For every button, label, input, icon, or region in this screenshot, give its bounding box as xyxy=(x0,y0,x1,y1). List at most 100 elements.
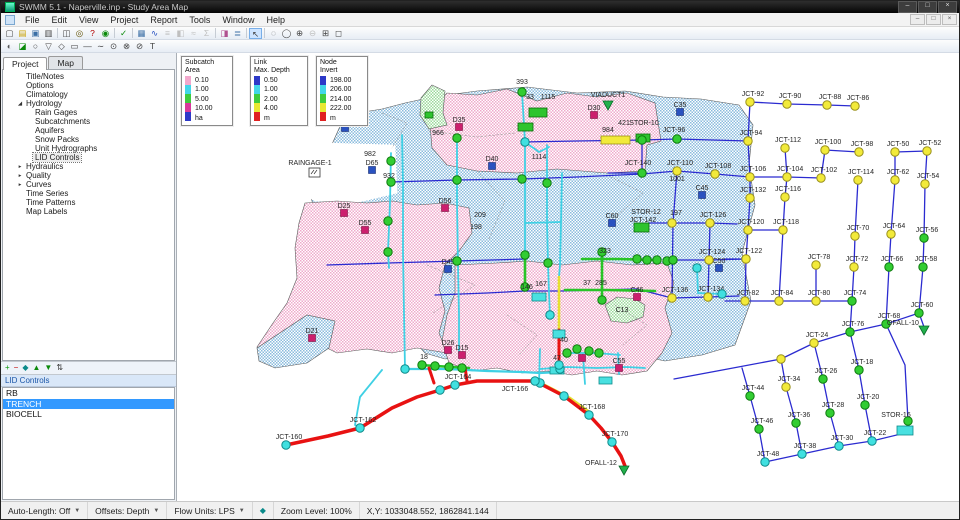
map-marker-square[interactable] xyxy=(362,227,369,234)
add-junction-icon[interactable]: ○ xyxy=(29,41,42,52)
print-icon[interactable]: ▥ xyxy=(42,28,55,39)
lid-item-trench[interactable]: TRENCH xyxy=(3,399,174,410)
map-node[interactable] xyxy=(744,226,752,234)
map-marker-square[interactable] xyxy=(442,205,449,212)
map-marker-square[interactable] xyxy=(445,347,452,354)
tree-item-title-notes[interactable]: Title/Notes xyxy=(3,72,174,81)
map-node[interactable] xyxy=(746,392,754,400)
map-node[interactable] xyxy=(669,256,677,264)
map-node[interactable] xyxy=(744,137,752,145)
map-node[interactable] xyxy=(560,392,568,400)
map-node[interactable] xyxy=(887,230,895,238)
map-node[interactable] xyxy=(638,136,646,144)
map-node[interactable] xyxy=(741,297,749,305)
map-node[interactable] xyxy=(781,144,789,152)
map-node[interactable] xyxy=(431,362,439,370)
map-node[interactable] xyxy=(817,174,825,182)
tree-item-time-series[interactable]: Time Series xyxy=(3,189,174,198)
map-node[interactable] xyxy=(777,355,785,363)
lid-item-rb[interactable]: RB xyxy=(3,388,174,399)
tree-item-subcatchments[interactable]: Subcatchments xyxy=(3,117,174,126)
expander-closed-icon[interactable]: ▸ xyxy=(16,173,24,179)
map-node[interactable] xyxy=(783,173,791,181)
map-marker-square[interactable] xyxy=(699,192,706,199)
map-node[interactable] xyxy=(885,263,893,271)
map-node[interactable] xyxy=(755,425,763,433)
map-node[interactable] xyxy=(854,176,862,184)
map-outfall[interactable] xyxy=(619,466,629,475)
map-node[interactable] xyxy=(782,383,790,391)
map-node[interactable] xyxy=(746,98,754,106)
map-node[interactable] xyxy=(401,365,409,373)
map-node[interactable] xyxy=(792,419,800,427)
add-pump-icon[interactable]: ∼ xyxy=(94,41,107,52)
map-link[interactable] xyxy=(825,150,859,152)
maximize-button[interactable]: □ xyxy=(918,1,937,13)
tree-item-map-labels[interactable]: Map Labels xyxy=(3,207,174,216)
status-offsets[interactable]: Offsets: Depth▼ xyxy=(88,502,167,519)
menu-project[interactable]: Project xyxy=(104,14,144,26)
map-node[interactable] xyxy=(810,339,818,347)
map-node[interactable] xyxy=(673,135,681,143)
map-link[interactable] xyxy=(535,381,625,466)
map-node[interactable] xyxy=(742,255,750,263)
minimize-button[interactable]: – xyxy=(898,1,917,13)
map-node[interactable] xyxy=(855,148,863,156)
map-storage-unit[interactable] xyxy=(529,108,547,117)
map-marker-square[interactable] xyxy=(309,335,316,342)
map-node[interactable] xyxy=(521,251,529,259)
legend-node-invert[interactable]: NodeInvert198.00206.00214.00222.00m xyxy=(316,56,368,126)
menu-report[interactable]: Report xyxy=(144,14,183,26)
map-node[interactable] xyxy=(761,458,769,466)
tree-item-options[interactable]: Options xyxy=(3,81,174,90)
map-link[interactable] xyxy=(850,332,872,441)
map-marker-square[interactable] xyxy=(634,294,641,301)
map-node[interactable] xyxy=(846,328,854,336)
map-node[interactable] xyxy=(746,173,754,181)
map-node[interactable] xyxy=(923,147,931,155)
map-node[interactable] xyxy=(563,349,571,357)
map-node[interactable] xyxy=(387,157,395,165)
map-node[interactable] xyxy=(718,290,726,298)
tree-item-aquifers[interactable]: Aquifers xyxy=(3,126,174,135)
map-node[interactable] xyxy=(546,311,554,319)
map-node[interactable] xyxy=(779,226,787,234)
find-icon[interactable]: ◎ xyxy=(73,28,86,39)
map-node[interactable] xyxy=(746,194,754,202)
map-marker-square[interactable] xyxy=(456,124,463,131)
map-node[interactable] xyxy=(282,441,290,449)
map-node[interactable] xyxy=(851,102,859,110)
add-outlet-icon[interactable]: ⊘ xyxy=(133,41,146,52)
move-down-icon[interactable]: ▼ xyxy=(44,363,52,373)
map-node[interactable] xyxy=(543,179,551,187)
full-extent-icon[interactable]: ◻ xyxy=(332,28,345,39)
map-node[interactable] xyxy=(783,100,791,108)
map-node[interactable] xyxy=(704,293,712,301)
map-node[interactable] xyxy=(418,361,426,369)
map-storage-unit[interactable] xyxy=(425,112,433,118)
map-node[interactable] xyxy=(531,377,539,385)
map-link[interactable] xyxy=(742,368,765,462)
map-marker-square[interactable] xyxy=(489,163,496,170)
map-outfall[interactable] xyxy=(919,326,929,335)
map-node[interactable] xyxy=(451,381,459,389)
add-storage-icon[interactable]: ▭ xyxy=(68,41,81,52)
add-icon[interactable]: + xyxy=(5,363,10,373)
pan-icon[interactable]: ⊞ xyxy=(319,28,332,39)
sort-icon[interactable]: ⇅ xyxy=(56,363,63,373)
open-icon[interactable]: ▤ xyxy=(16,28,29,39)
map-node[interactable] xyxy=(775,297,783,305)
map-node[interactable] xyxy=(638,169,646,177)
select-object-icon[interactable]: ↖ xyxy=(249,28,262,39)
close-button[interactable]: × xyxy=(938,1,957,13)
map-marker-square[interactable] xyxy=(591,112,598,119)
map-node[interactable] xyxy=(384,248,392,256)
map-node[interactable] xyxy=(861,401,869,409)
map-storage-unit[interactable] xyxy=(634,223,649,232)
overview-icon[interactable]: ◉ xyxy=(99,28,112,39)
map-node[interactable] xyxy=(855,366,863,374)
tree-item-time-patterns[interactable]: Time Patterns xyxy=(3,198,174,207)
tree-item-climatology[interactable]: Climatology xyxy=(3,90,174,99)
menu-view[interactable]: View xyxy=(73,14,104,26)
map-node[interactable] xyxy=(518,175,526,183)
